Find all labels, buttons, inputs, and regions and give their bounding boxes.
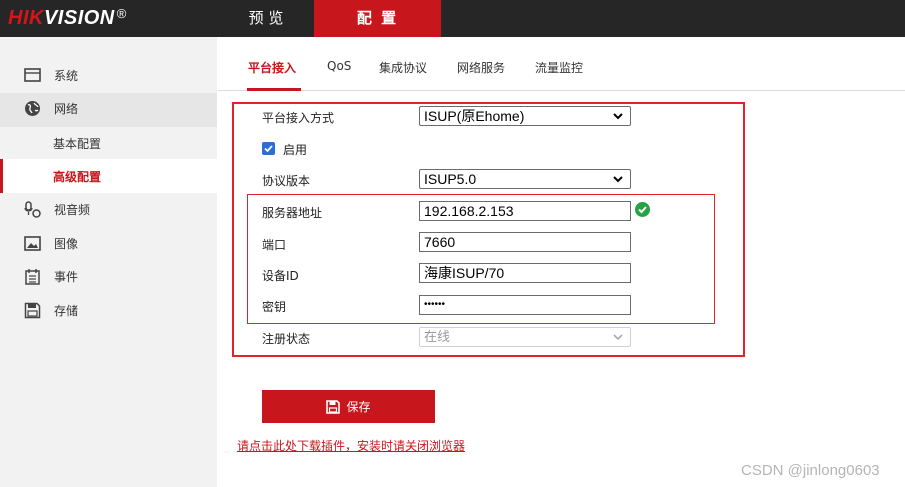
save-disk-icon <box>24 302 41 319</box>
sidebar: 系统 网络 基本配置 高级配置 视音频 图像 事件 存储 <box>0 37 217 487</box>
sidebar-item-label: 存储 <box>54 303 79 318</box>
monitor-icon <box>24 68 41 82</box>
port-input[interactable]: 7660 <box>419 232 631 252</box>
register-status-value: 在线 <box>424 329 451 344</box>
save-button-label: 保存 <box>346 400 371 414</box>
register-status-label: 注册状态 <box>262 332 311 346</box>
active-tab-underline <box>247 88 301 91</box>
chevron-down-icon <box>613 334 623 341</box>
logo-vision: VISION <box>43 7 115 29</box>
sidebar-item-label: 网络 <box>54 101 79 116</box>
enable-label: 启用 <box>283 143 308 157</box>
register-status-select: 在线 <box>419 327 631 347</box>
access-mode-value: ISUP(原Ehome) <box>424 108 525 124</box>
config-tabs: 平台接入 QoS 集成协议 网络服务 流量监控 <box>218 37 905 91</box>
key-label: 密钥 <box>262 300 287 314</box>
logo-hik: HIK <box>8 7 44 29</box>
chevron-down-icon <box>613 176 623 183</box>
sidebar-item-label: 视音频 <box>54 202 91 217</box>
calendar-icon <box>25 269 40 285</box>
tab-traffic-monitor[interactable]: 流量监控 <box>535 59 583 76</box>
tab-integration-protocol[interactable]: 集成协议 <box>379 59 427 76</box>
protocol-version-select[interactable]: ISUP5.0 <box>419 169 631 189</box>
protocol-version-value: ISUP5.0 <box>424 171 477 187</box>
valid-check-icon <box>635 202 650 217</box>
sidebar-subitem-basic-config[interactable]: 基本配置 <box>0 126 217 160</box>
device-id-value: 海康ISUP/70 <box>424 265 505 281</box>
sidebar-subitem-label: 基本配置 <box>53 137 102 151</box>
hikvision-logo: HIKVISION ® <box>8 6 127 30</box>
checkmark-icon <box>264 145 273 153</box>
sidebar-item-image[interactable]: 图像 <box>0 226 217 260</box>
server-address-value: 192.168.2.153 <box>424 203 514 219</box>
access-mode-label: 平台接入方式 <box>262 111 335 125</box>
enable-checkbox[interactable] <box>262 142 275 155</box>
nav-configuration[interactable]: 配 置 <box>314 0 441 37</box>
watermark: CSDN @jinlong0603 <box>741 462 880 479</box>
port-label: 端口 <box>262 238 287 252</box>
sidebar-subitem-advanced-config[interactable]: 高级配置 <box>0 159 217 193</box>
globe-icon <box>25 101 40 116</box>
port-value: 7660 <box>424 234 456 250</box>
sidebar-item-storage[interactable]: 存储 <box>0 293 217 327</box>
save-disk-icon <box>326 399 341 414</box>
active-indicator <box>0 159 3 193</box>
tab-platform-access[interactable]: 平台接入 <box>248 59 296 76</box>
server-address-input[interactable]: 192.168.2.153 <box>419 201 631 221</box>
sidebar-item-label: 系统 <box>54 68 79 83</box>
save-button[interactable]: 保存 <box>262 390 435 423</box>
access-mode-select[interactable]: ISUP(原Ehome) <box>419 106 631 126</box>
device-id-label: 设备ID <box>262 269 299 283</box>
camera-mic-icon <box>24 201 41 218</box>
server-address-label: 服务器地址 <box>262 206 323 220</box>
protocol-version-label: 协议版本 <box>262 174 311 188</box>
device-id-input[interactable]: 海康ISUP/70 <box>419 263 631 283</box>
sidebar-item-system[interactable]: 系统 <box>0 58 217 92</box>
sidebar-item-event[interactable]: 事件 <box>0 259 217 293</box>
sidebar-item-label: 图像 <box>54 236 79 251</box>
chevron-down-icon <box>613 113 623 120</box>
download-plugin-link[interactable]: 请点击此处下载插件，安装时请关闭浏览器 <box>237 437 465 454</box>
sidebar-subitem-label: 高级配置 <box>53 170 102 184</box>
tab-network-service[interactable]: 网络服务 <box>457 59 505 76</box>
logo-registered-mark: ® <box>116 6 127 21</box>
sidebar-item-network[interactable]: 网络 <box>0 91 217 125</box>
tab-qos[interactable]: QoS <box>327 59 351 73</box>
nav-preview[interactable]: 预 览 <box>218 0 314 37</box>
image-icon <box>24 236 41 251</box>
key-input[interactable]: •••••• <box>419 295 631 315</box>
sidebar-item-label: 事件 <box>54 269 79 284</box>
top-nav: 预 览 配 置 <box>218 0 441 37</box>
top-bar: HIKVISION ® 预 览 配 置 <box>0 0 905 37</box>
sidebar-item-audio-video[interactable]: 视音频 <box>0 192 217 226</box>
key-value: •••••• <box>424 299 446 310</box>
